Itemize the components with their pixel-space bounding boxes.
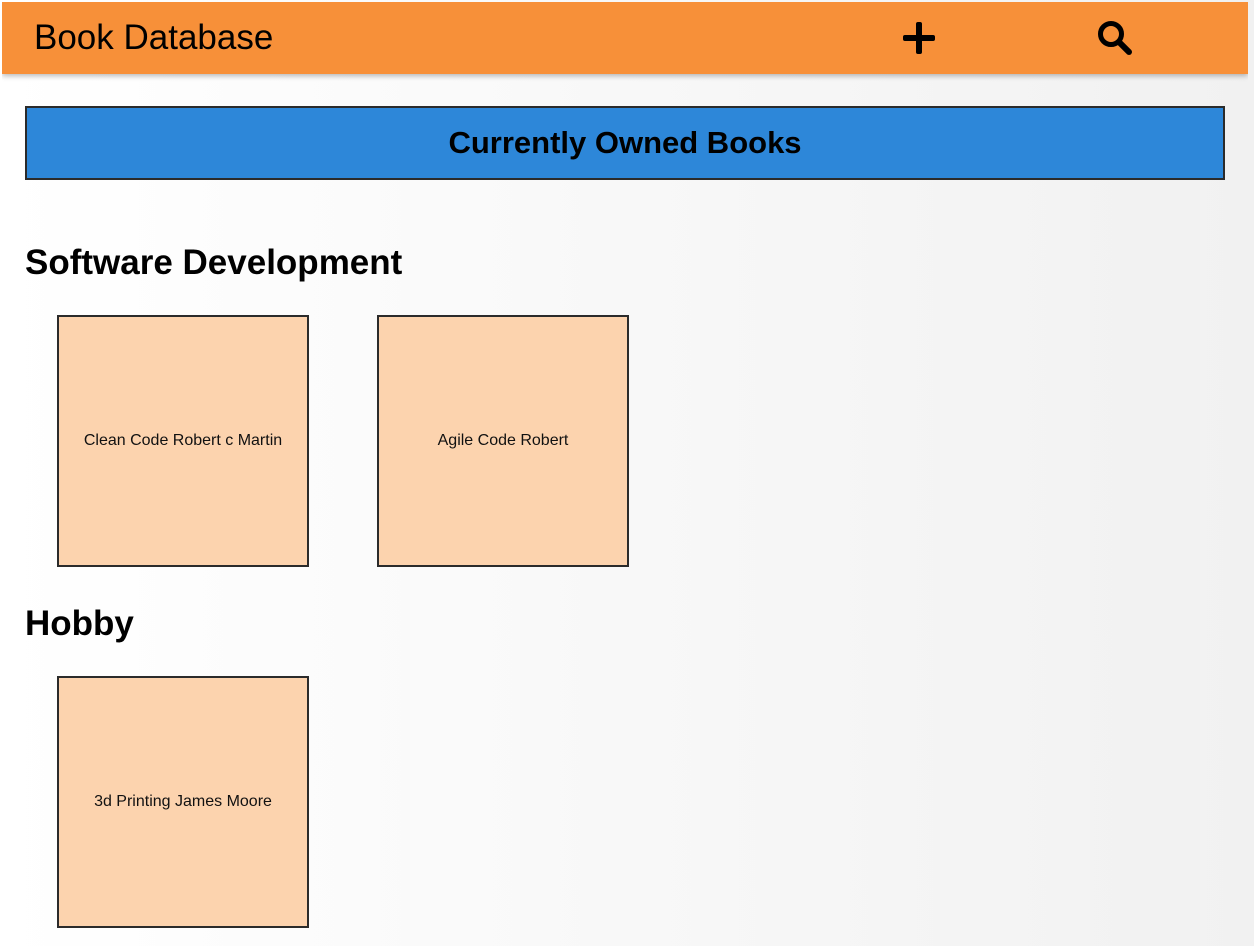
app-title: Book Database xyxy=(34,18,274,57)
book-card-label: Agile Code Robert xyxy=(437,432,569,449)
app-bar: Book Database xyxy=(2,2,1248,74)
add-book-button[interactable] xyxy=(895,14,943,62)
book-card[interactable]: Clean Code Robert c Martin xyxy=(57,315,309,567)
section-title-hobby: Hobby xyxy=(25,604,134,643)
owned-books-banner: Currently Owned Books xyxy=(25,106,1225,180)
section-title-software-development: Software Development xyxy=(25,243,403,282)
book-card[interactable]: Agile Code Robert xyxy=(377,315,629,567)
book-card-label: 3d Printing James Moore xyxy=(94,793,272,810)
app-window: Book Database Currently Owned Books Soft… xyxy=(2,2,1248,946)
book-card[interactable]: 3d Printing James Moore xyxy=(57,676,309,928)
search-button[interactable] xyxy=(1091,14,1139,62)
book-card-label: Clean Code Robert c Martin xyxy=(83,432,283,449)
search-icon xyxy=(1098,21,1132,55)
plus-icon xyxy=(903,22,935,54)
